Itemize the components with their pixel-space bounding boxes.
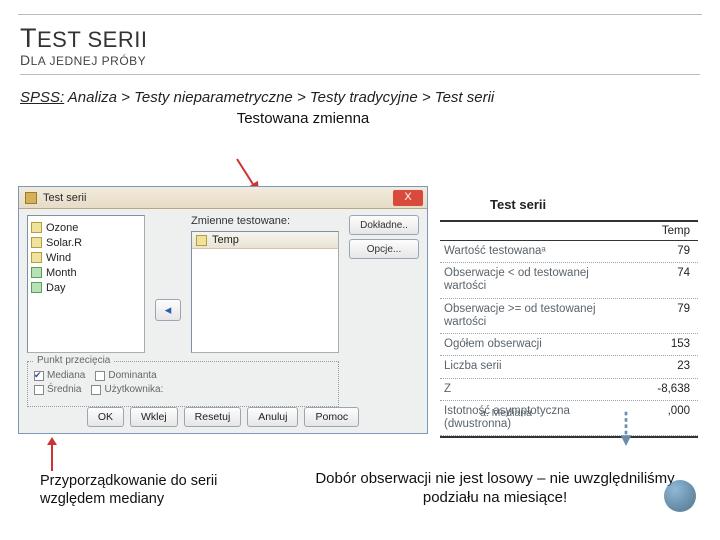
variables-tested-list[interactable]: Temp [191,231,339,353]
transfer-arrow-button[interactable]: ◂ [155,299,181,321]
list-item: Day [31,280,141,295]
list-item: Month [31,265,141,280]
close-icon[interactable]: X [393,190,423,206]
variables-available-list[interactable]: Ozone Solar.R Wind Month Day [27,215,145,353]
cutpoint-median[interactable]: Mediana [34,370,85,381]
table-row: Obserwacje >= od testowanej wartości79 [440,299,698,334]
cutpoint-group-title: Punkt przecięcia [34,355,113,366]
cancel-button[interactable]: Anuluj [247,407,298,427]
dialog-title-text: Test serii [43,192,86,204]
cutpoint-custom[interactable]: Użytkownika: [91,384,163,395]
reset-button[interactable]: Resetuj [184,407,242,427]
spss-menu-path: SPSS: Analiza > Testy nieparametryczne >… [18,75,702,110]
cutpoint-mode[interactable]: Dominanta [95,370,156,381]
list-item: Temp [192,232,338,249]
results-column-header: Temp [609,222,698,240]
paste-button[interactable]: Wklej [130,407,178,427]
runs-test-dialog: Test serii X Ozone Solar.R Wind Month Da… [18,186,428,434]
annotation-conclusion: Dobór obserwacji nie jest losowy – nie u… [290,470,700,508]
label-tested-variable: Testowana zmienna [158,110,448,127]
list-item: Wind [31,250,141,265]
results-title: Test serii [490,197,546,212]
help-button[interactable]: Pomoc [304,407,359,427]
table-row: Liczba serii23 [440,356,698,378]
list-item: Solar.R [31,235,141,250]
tested-variables-label: Zmienne testowane: [191,215,290,227]
options-button[interactable]: Opcje... [349,239,419,259]
results-footnote: a. Mediana [440,404,698,419]
exact-button[interactable]: Dokładne.. [349,215,419,235]
ok-button[interactable]: OK [87,407,124,427]
dialog-titlebar[interactable]: Test serii X [19,187,427,209]
table-row: Wartość testowanaᵃ79 [440,241,698,263]
annotation-median: Przyporządkowanie do serii względem medi… [40,472,220,508]
list-item: Ozone [31,220,141,235]
page-subtitle: DLA JEDNEJ PRÓBY [20,50,700,75]
table-row: Ogółem obserwacji153 [440,334,698,356]
table-row: Z-8,638 [440,379,698,401]
corner-decoration-icon [664,480,696,512]
arrow-up-icon [46,437,58,471]
cutpoint-group: Punkt przecięcia Mediana Dominanta Średn… [27,361,339,407]
arrow-down-icon [618,410,634,446]
dialog-app-icon [25,192,37,204]
table-row: Obserwacje < od testowanej wartości74 [440,263,698,298]
cutpoint-mean[interactable]: Średnia [34,384,81,395]
